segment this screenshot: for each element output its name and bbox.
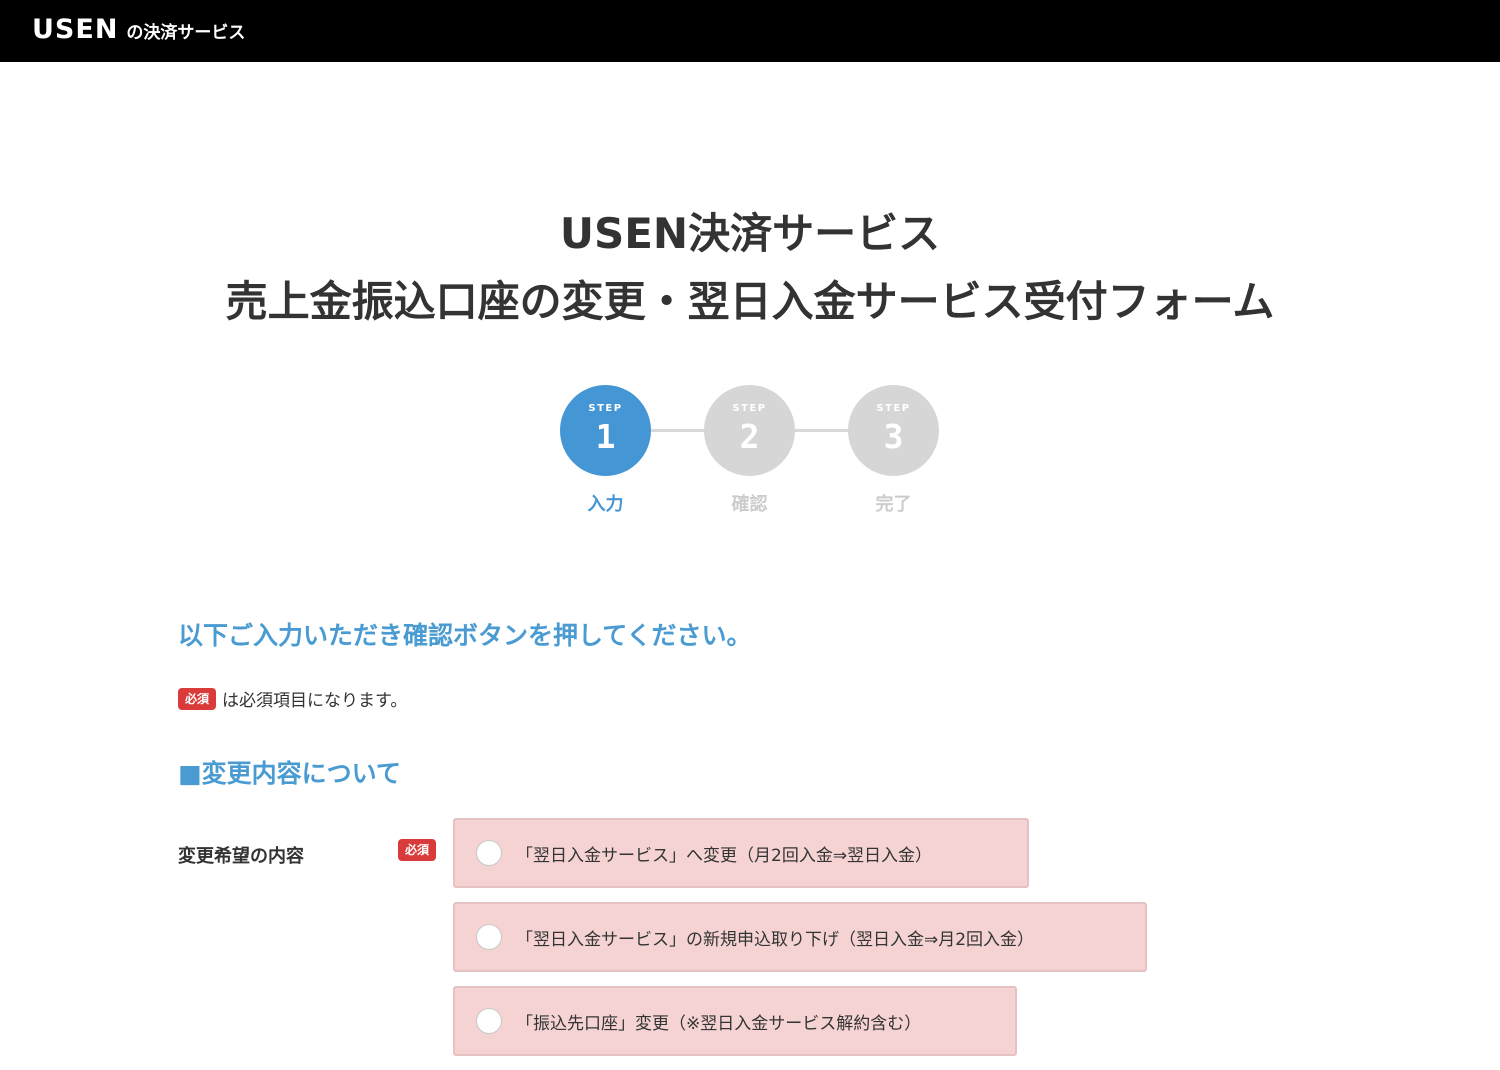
field-label-change-request: 変更希望の内容 (178, 846, 304, 867)
required-badge: 必須 (178, 687, 217, 710)
option-next-day-deposit[interactable]: 「翌日入金サービス」へ変更（月2回入金⇒翌日入金） (453, 818, 1029, 888)
step-number: 2 (739, 417, 760, 456)
step-indicator: STEP 1 STEP 2 STEP 3 入力 確認 完了 (560, 385, 940, 515)
section-heading: ■変更内容について (178, 759, 401, 788)
radio-button[interactable] (476, 1008, 502, 1034)
option-label: 「翌日入金サービス」へ変更（月2回入金⇒翌日入金） (516, 845, 933, 866)
step-1-label: 入力 (587, 494, 624, 515)
radio-button[interactable] (476, 924, 502, 950)
option-change-bank-account[interactable]: 「振込先口座」変更（※翌日入金サービス解約含む） (453, 986, 1017, 1056)
step-number: 3 (883, 417, 904, 456)
logo-mark: USEN (32, 14, 119, 45)
step-3-label: 完了 (875, 494, 912, 515)
option-label: 「翌日入金サービス」の新規申込取り下げ（翌日入金⇒月2回入金） (516, 929, 1035, 950)
radio-button[interactable] (476, 840, 502, 866)
step-3-circle: STEP 3 (848, 385, 939, 476)
step-tag: STEP (588, 403, 623, 414)
page-title-line-1: USEN決済サービス (559, 209, 941, 258)
step-2-circle: STEP 2 (704, 385, 795, 476)
step-connector (794, 429, 848, 432)
usen-logo[interactable]: USEN の決済サービス (32, 14, 245, 45)
required-badge: 必須 (398, 839, 437, 861)
step-tag: STEP (732, 403, 767, 414)
step-number: 1 (595, 417, 616, 456)
option-cancel-next-day-deposit[interactable]: 「翌日入金サービス」の新規申込取り下げ（翌日入金⇒月2回入金） (453, 902, 1147, 972)
required-note-text: は必須項目になります。 (222, 691, 408, 711)
form-instruction: 以下ご入力いただき確認ボタンを押してください。 (178, 621, 752, 650)
option-label: 「振込先口座」変更（※翌日入金サービス解約含む） (516, 1013, 922, 1034)
step-2-label: 確認 (731, 494, 768, 515)
step-1-circle: STEP 1 (560, 385, 651, 476)
step-tag: STEP (876, 403, 911, 414)
logo-subtitle: の決済サービス (126, 23, 246, 43)
step-connector (650, 429, 704, 432)
page-title-line-2: 売上金振込口座の変更・翌日入金サービス受付フォーム (225, 277, 1275, 326)
required-note: 必須 は必須項目になります。 (178, 686, 407, 711)
top-bar: USEN の決済サービス (0, 0, 1500, 62)
